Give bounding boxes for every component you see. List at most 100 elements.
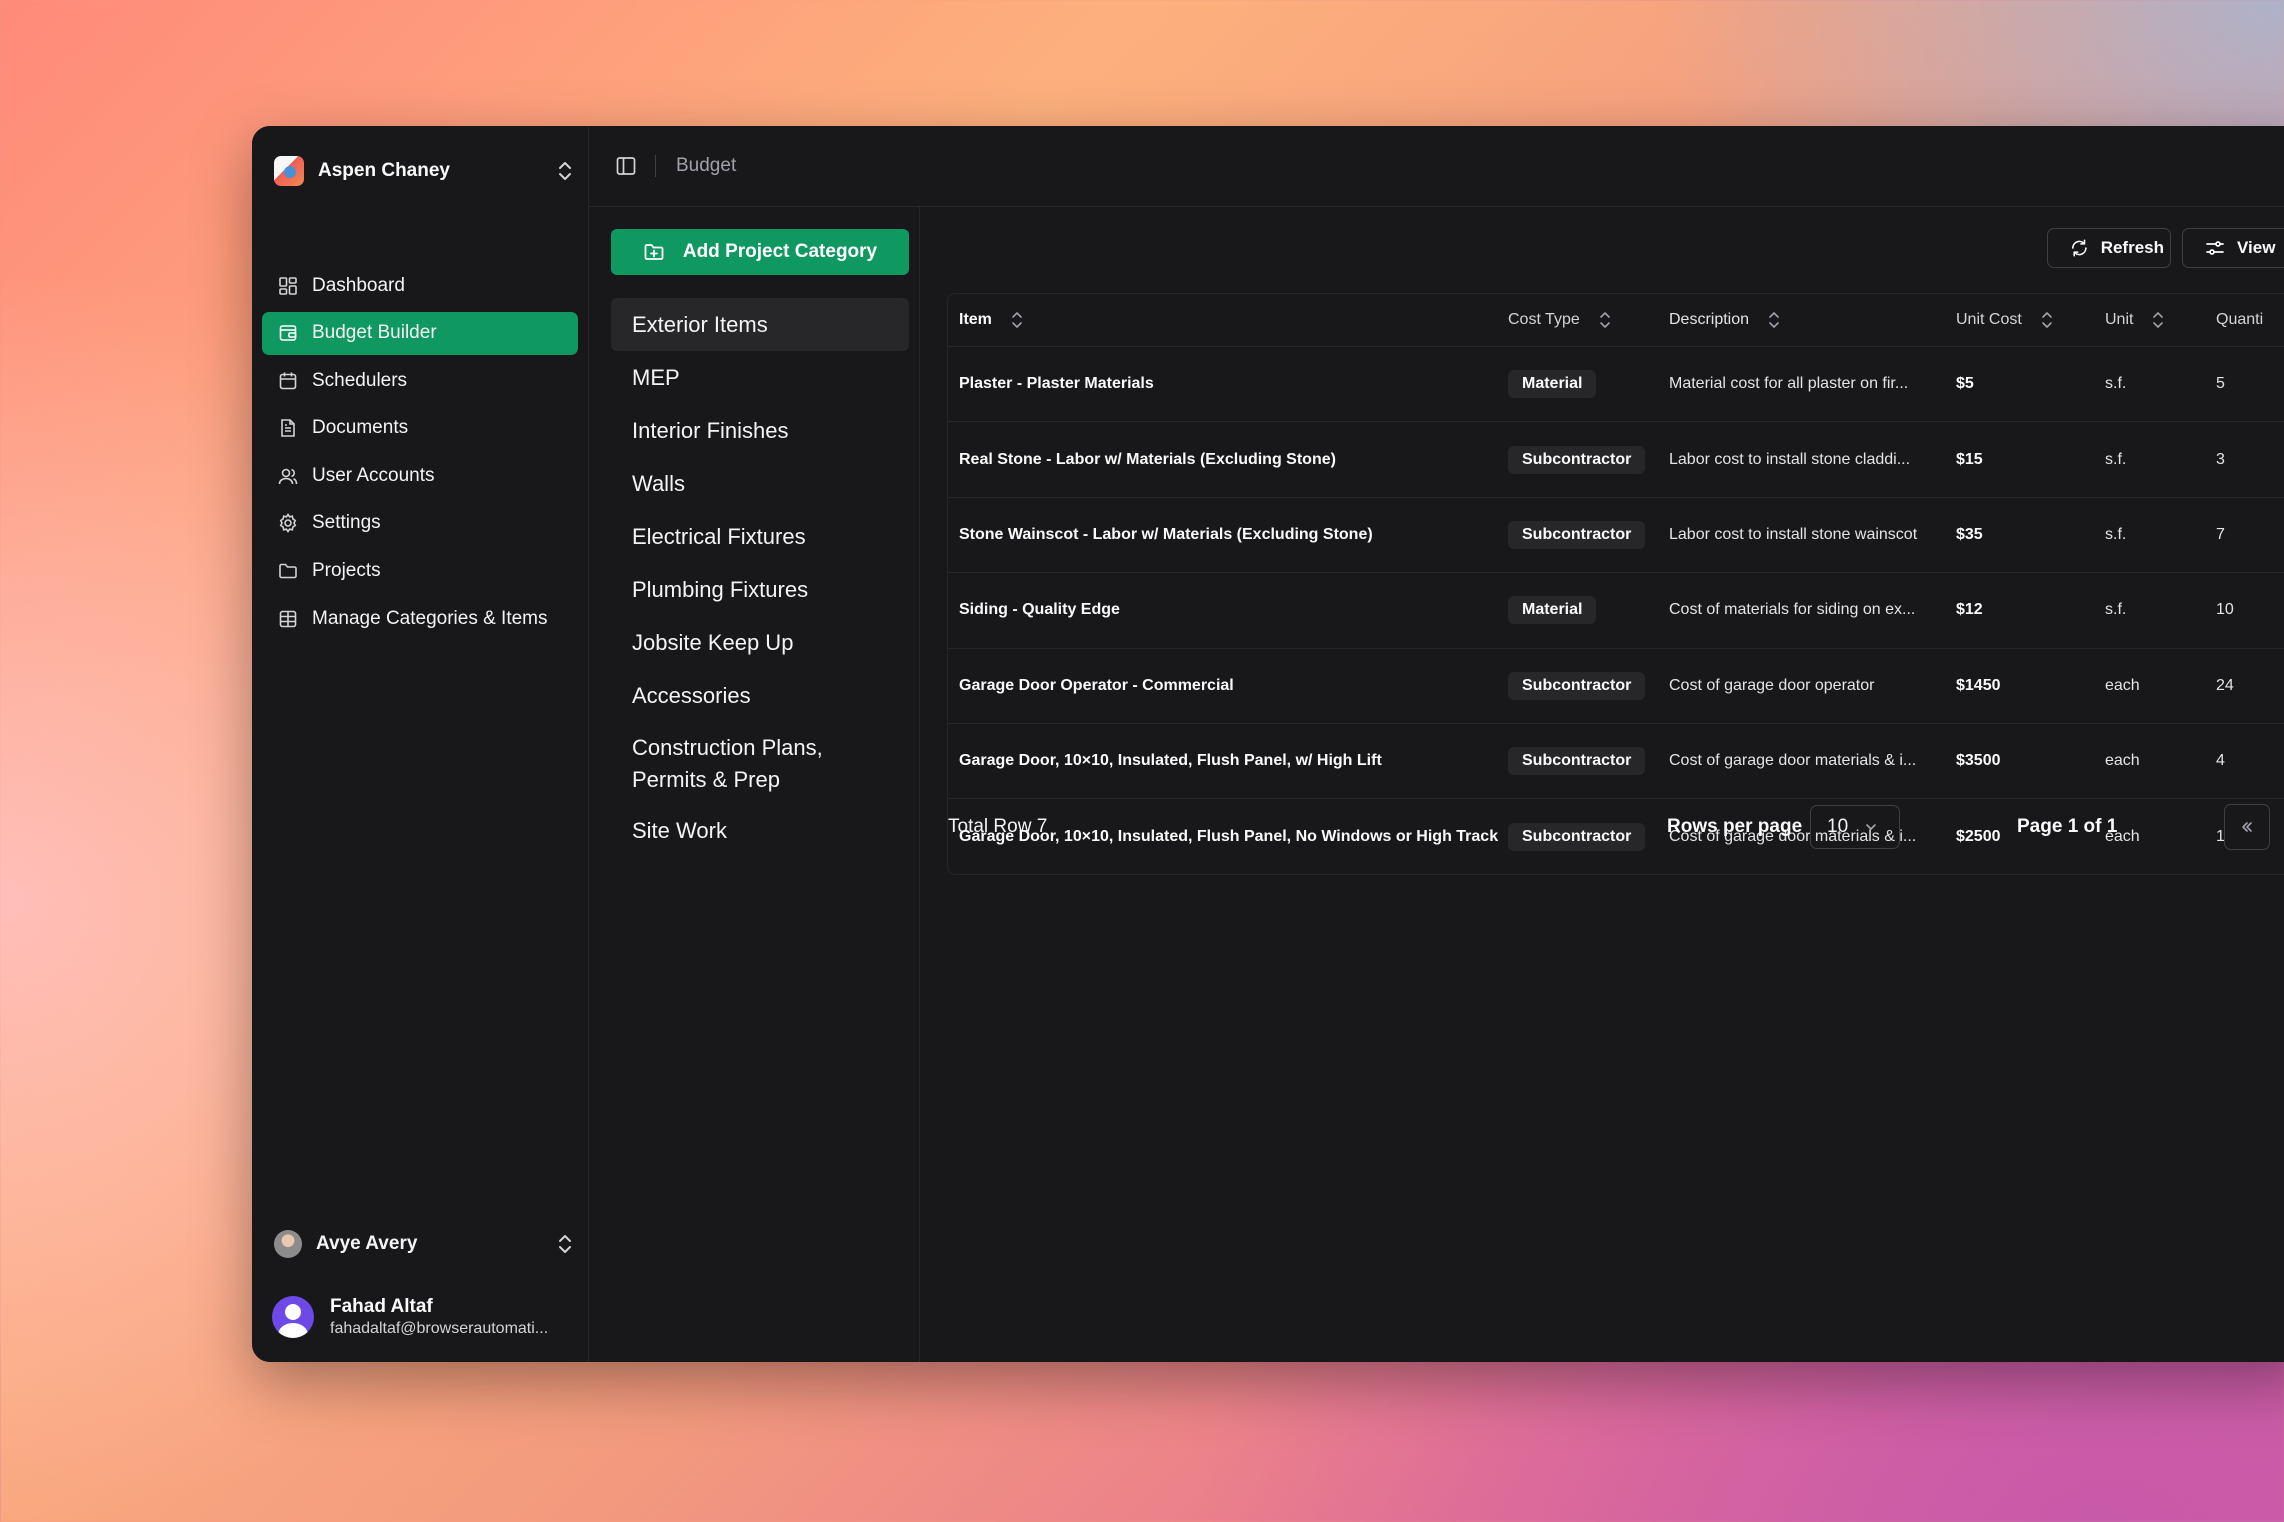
- category-item-electrical-fixtures[interactable]: Electrical Fixtures: [611, 510, 909, 563]
- sort-icon: [2041, 312, 2052, 328]
- sidebar-item-label: Settings: [312, 512, 381, 534]
- dashboard-icon: [279, 276, 297, 295]
- category-list: Exterior Items MEP Interior Finishes Wal…: [611, 298, 909, 857]
- cell-unit-cost: $35: [1956, 525, 1983, 543]
- table-header: Item Cost Type Description Unit Cost Uni…: [948, 294, 2284, 347]
- category-item-walls[interactable]: Walls: [611, 457, 909, 510]
- cost-type-badge: Material: [1508, 596, 1597, 625]
- chevrons-left-icon: [2242, 822, 2252, 832]
- sort-icon: [1599, 312, 1610, 328]
- sidebar-item-user-accounts[interactable]: User Accounts: [262, 454, 578, 497]
- team-switcher[interactable]: Aspen Chaney: [274, 150, 574, 192]
- account-email: fahadaltaf@browserautomati...: [330, 1320, 549, 1337]
- user-switcher[interactable]: Avye Avery: [274, 1224, 574, 1264]
- table-row[interactable]: Siding - Quality Edge Material Cost of m…: [948, 573, 2284, 649]
- add-project-category-button[interactable]: Add Project Category: [611, 229, 909, 275]
- sidebar-item-dashboard[interactable]: Dashboard: [262, 264, 578, 307]
- column-header-description[interactable]: Description: [1669, 311, 1956, 329]
- column-header-unit[interactable]: Unit: [2105, 311, 2216, 329]
- chevrons-up-down-icon: [559, 1235, 571, 1253]
- sidebar-item-label: Schedulers: [312, 369, 408, 391]
- cell-unit-cost: $12: [1956, 601, 1983, 619]
- cell-description: Cost of garage door operator: [1669, 676, 1875, 694]
- category-item-exterior-items[interactable]: Exterior Items: [611, 298, 909, 351]
- table-row[interactable]: Garage Door Operator - Commercial Subcon…: [948, 649, 2284, 724]
- sidebar-item-projects[interactable]: Projects: [262, 550, 578, 593]
- table-footer: Total Row 7 Rows per page 10 Page 1 of 1: [948, 804, 2284, 850]
- table-row[interactable]: Plaster - Plaster Materials Material Mat…: [948, 347, 2284, 423]
- sidebar-item-label: Manage Categories & Items: [312, 607, 548, 629]
- cell-item: Real Stone - Labor w/ Materials (Excludi…: [959, 450, 1336, 468]
- chevron-down-icon: [1866, 824, 1876, 830]
- sidebar-item-label: Budget Builder: [312, 322, 437, 344]
- main-content: Refresh View Item Cost Type Description …: [920, 207, 2284, 1362]
- category-item-site-work[interactable]: Site Work: [611, 804, 909, 857]
- document-icon: [281, 419, 295, 438]
- cell-unit: each: [2105, 752, 2140, 770]
- sliders-icon: [2206, 241, 2224, 255]
- cell-quantity: 10: [2216, 601, 2234, 619]
- cell-item: Stone Wainscot - Labor w/ Materials (Exc…: [959, 525, 1373, 543]
- column-header-cost-type[interactable]: Cost Type: [1508, 311, 1669, 329]
- table-row[interactable]: Stone Wainscot - Labor w/ Materials (Exc…: [948, 498, 2284, 574]
- category-item-construction-plans[interactable]: Construction Plans, Permits & Prep: [611, 722, 909, 804]
- users-icon: [278, 468, 298, 484]
- cell-description: Cost of materials for siding on ex...: [1669, 601, 1916, 619]
- view-options-button[interactable]: View: [2182, 228, 2284, 268]
- account-menu[interactable]: Fahad Altaf fahadaltaf@browserautomati..…: [272, 1294, 572, 1340]
- table-row[interactable]: Garage Door, 10×10, Insulated, Flush Pan…: [948, 724, 2284, 800]
- sidebar-toggle-icon[interactable]: [615, 155, 637, 177]
- team-logo-icon: [274, 156, 304, 186]
- divider: [655, 155, 656, 177]
- rows-per-page-select[interactable]: 10: [1810, 805, 1900, 849]
- cell-item: Plaster - Plaster Materials: [959, 375, 1154, 393]
- cost-type-badge: Subcontractor: [1508, 445, 1646, 474]
- cell-description: Labor cost to install stone claddi...: [1669, 450, 1911, 468]
- cell-item: Garage Door Operator - Commercial: [959, 676, 1234, 694]
- app-window: Aspen Chaney Dashboard Budget Builder Sc…: [252, 126, 2284, 1362]
- category-item-accessories[interactable]: Accessories: [611, 669, 909, 722]
- category-item-plumbing-fixtures[interactable]: Plumbing Fixtures: [611, 563, 909, 616]
- chevrons-up-down-icon: [559, 162, 571, 180]
- sidebar-nav: Dashboard Budget Builder Schedulers Docu…: [262, 264, 578, 645]
- sort-icon: [2153, 312, 2164, 328]
- sort-icon: [1769, 312, 1779, 328]
- cell-quantity: 4: [2216, 752, 2225, 770]
- category-panel: Add Project Category Exterior Items MEP …: [589, 207, 920, 1362]
- topbar: Budget: [589, 126, 2284, 207]
- cost-type-badge: Subcontractor: [1508, 520, 1646, 549]
- sidebar-item-label: User Accounts: [312, 464, 435, 486]
- sidebar-item-schedulers[interactable]: Schedulers: [262, 359, 578, 402]
- rows-per-page-label: Rows per page: [1667, 816, 1803, 837]
- refresh-button[interactable]: Refresh: [2047, 228, 2171, 268]
- cell-description: Cost of garage door materials & i...: [1669, 752, 1917, 770]
- category-item-interior-finishes[interactable]: Interior Finishes: [611, 404, 909, 457]
- sidebar-item-manage-categories[interactable]: Manage Categories & Items: [262, 597, 578, 640]
- column-header-unit-cost[interactable]: Unit Cost: [1956, 311, 2105, 329]
- sidebar-item-documents[interactable]: Documents: [262, 407, 578, 450]
- refresh-label: Refresh: [2100, 238, 2164, 257]
- category-item-jobsite-keep-up[interactable]: Jobsite Keep Up: [611, 616, 909, 669]
- sidebar-item-label: Projects: [312, 560, 381, 582]
- table-row[interactable]: Real Stone - Labor w/ Materials (Excludi…: [948, 422, 2284, 498]
- avatar: [274, 1230, 302, 1258]
- user-switch-name: Avye Avery: [316, 1233, 418, 1254]
- cell-item: Garage Door, 10×10, Insulated, Flush Pan…: [959, 752, 1382, 770]
- column-header-quantity[interactable]: Quanti: [2216, 311, 2284, 329]
- refresh-icon: [2072, 239, 2087, 257]
- sidebar-item-label: Documents: [312, 417, 409, 439]
- sidebar-item-settings[interactable]: Settings: [262, 502, 578, 545]
- table-icon: [279, 610, 297, 627]
- cost-type-badge: Material: [1508, 370, 1597, 399]
- folder-icon: [279, 563, 297, 579]
- cell-quantity: 24: [2216, 676, 2234, 694]
- cell-unit-cost: $3500: [1956, 752, 2001, 770]
- calendar-icon: [279, 372, 297, 389]
- first-page-button[interactable]: [2224, 804, 2270, 850]
- cell-unit: s.f.: [2105, 601, 2127, 619]
- sidebar-item-budget-builder[interactable]: Budget Builder: [262, 311, 578, 355]
- column-header-item[interactable]: Item: [948, 311, 1508, 329]
- cell-unit: s.f.: [2105, 525, 2127, 543]
- category-item-mep[interactable]: MEP: [611, 351, 909, 404]
- breadcrumb[interactable]: Budget: [676, 155, 736, 177]
